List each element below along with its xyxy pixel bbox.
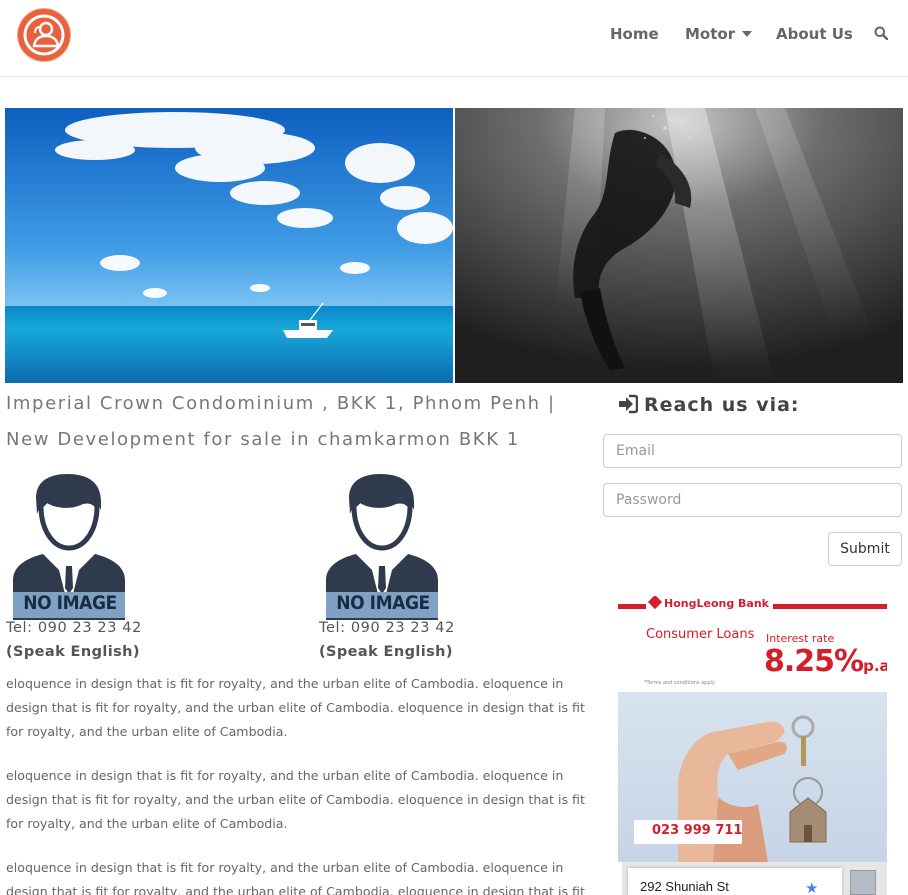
submit-button[interactable]: Submit	[828, 532, 902, 566]
nav-item-about-us[interactable]: About Us	[776, 25, 853, 43]
agent-telephone[interactable]: Tel: 090 23 23 42	[6, 620, 142, 636]
agent-telephone[interactable]: Tel: 090 23 23 42	[319, 620, 455, 636]
search-icon[interactable]	[874, 26, 889, 44]
agent-no-image: NO IMAGE	[9, 470, 129, 620]
agent-language: (Speak English)	[6, 644, 140, 660]
navbar: Home Motor About Us	[0, 0, 908, 77]
nav-item-motor-label: Motor	[685, 25, 736, 43]
avatar	[850, 870, 876, 895]
ad-map-address: 292 Shuniah St	[640, 879, 729, 894]
ad-rate-suffix: p.a.	[863, 657, 887, 675]
sign-in-icon	[619, 394, 639, 414]
description-paragraph: eloquence in design that is fit for roya…	[6, 860, 585, 895]
email-field[interactable]	[603, 434, 902, 468]
bank-advertisement[interactable]: HongLeong Bank Consumer Loans Interest r…	[618, 596, 887, 895]
nav-item-motor[interactable]: Motor	[685, 25, 753, 43]
main-nav: Home Motor About Us	[0, 25, 908, 45]
contact-heading: Reach us via:	[618, 394, 800, 416]
description-paragraph: eloquence in design that is fit for roya…	[6, 768, 585, 831]
ad-rate: 8.25%p.a.	[764, 644, 887, 679]
hero-image-underwater	[455, 108, 903, 383]
agent-no-image: NO IMAGE	[322, 470, 442, 620]
ad-product: Consumer Loans	[646, 627, 755, 642]
listing-title: Imperial Crown Condominium , BKK 1, Phno…	[6, 393, 556, 450]
star-icon: ★	[805, 879, 819, 895]
bank-logo-icon	[647, 596, 663, 610]
hero-image-sea-boat	[5, 108, 453, 383]
contact-heading-label: Reach us via:	[644, 394, 800, 416]
bank-logo-label: HongLeong Bank	[646, 596, 773, 610]
no-image-label: NO IMAGE	[23, 592, 117, 614]
caret-down-icon	[742, 31, 753, 37]
ad-terms: *Terms and conditions apply	[644, 680, 715, 686]
agent-language: (Speak English)	[319, 644, 453, 660]
password-field[interactable]	[603, 483, 902, 517]
ad-phone: 023 999 711	[652, 823, 743, 838]
description-paragraph: eloquence in design that is fit for roya…	[6, 676, 585, 739]
bank-name: HongLeong Bank	[664, 597, 769, 610]
no-image-label: NO IMAGE	[336, 592, 430, 614]
nav-item-home[interactable]: Home	[610, 25, 659, 43]
ad-rate-value: 8.25%	[764, 644, 864, 679]
